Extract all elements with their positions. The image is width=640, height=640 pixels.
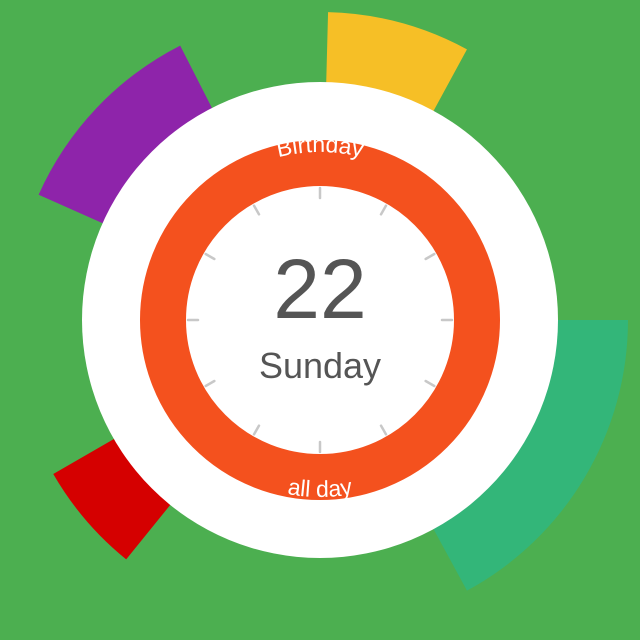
- all-day-bottom-label: all day: [286, 473, 354, 502]
- clock-dial: MeetingShopExerciseDinner Birthday all d…: [38, 12, 628, 591]
- weekday-label: Sunday: [259, 345, 381, 386]
- calendar-clock-widget: Meeting Shop Exercise Dinner Birthday all d…: [0, 0, 640, 640]
- day-number: 22: [273, 242, 366, 336]
- all-day-label: all day: [286, 473, 354, 502]
